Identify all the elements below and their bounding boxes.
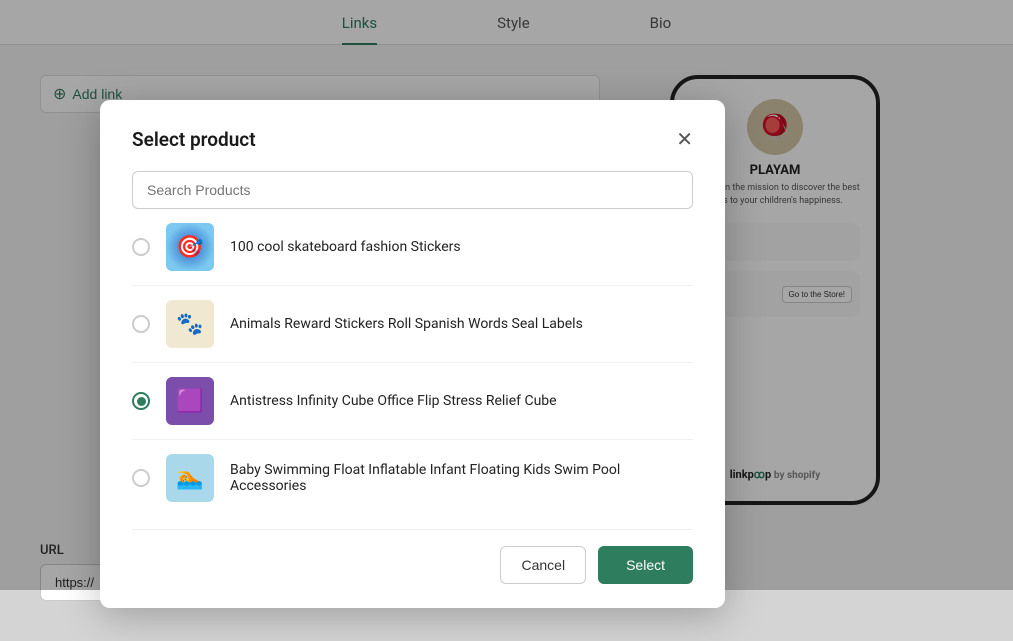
search-products-input[interactable] bbox=[132, 171, 693, 209]
product-name: Baby Swimming Float Inflatable Infant Fl… bbox=[230, 462, 693, 494]
modal-close-button[interactable]: ✕ bbox=[676, 130, 693, 150]
product-radio[interactable] bbox=[132, 392, 150, 410]
product-thumbnail: 🏊 bbox=[166, 454, 214, 502]
product-name: 100 cool skateboard fashion Stickers bbox=[230, 239, 693, 255]
list-item[interactable]: 🐾 Animals Reward Stickers Roll Spanish Wo… bbox=[132, 286, 693, 363]
product-thumbnail: 🟪 bbox=[166, 377, 214, 425]
product-radio[interactable] bbox=[132, 238, 150, 256]
modal-header: Select product ✕ bbox=[132, 128, 693, 151]
product-radio[interactable] bbox=[132, 469, 150, 487]
select-product-modal: Select product ✕ 🎯 100 cool skateboard fa… bbox=[100, 100, 725, 608]
cancel-button[interactable]: Cancel bbox=[500, 546, 586, 584]
modal-title: Select product bbox=[132, 128, 256, 151]
list-item[interactable]: 🎯 100 cool skateboard fashion Stickers bbox=[132, 209, 693, 286]
modal-footer: Cancel Select bbox=[132, 529, 693, 584]
select-button[interactable]: Select bbox=[598, 546, 693, 584]
product-name: Antistress Infinity Cube Office Flip Str… bbox=[230, 393, 693, 409]
list-item[interactable]: 🟪 Antistress Infinity Cube Office Flip St… bbox=[132, 363, 693, 440]
product-thumbnail: 🎯 bbox=[166, 223, 214, 271]
product-radio[interactable] bbox=[132, 315, 150, 333]
product-thumbnail: 🐾 bbox=[166, 300, 214, 348]
list-item[interactable]: 🏊 Baby Swimming Float Inflatable Infant F… bbox=[132, 440, 693, 509]
product-name: Animals Reward Stickers Roll Spanish Wor… bbox=[230, 316, 693, 332]
product-list: 🎯 100 cool skateboard fashion Stickers 🐾 An… bbox=[132, 209, 693, 509]
